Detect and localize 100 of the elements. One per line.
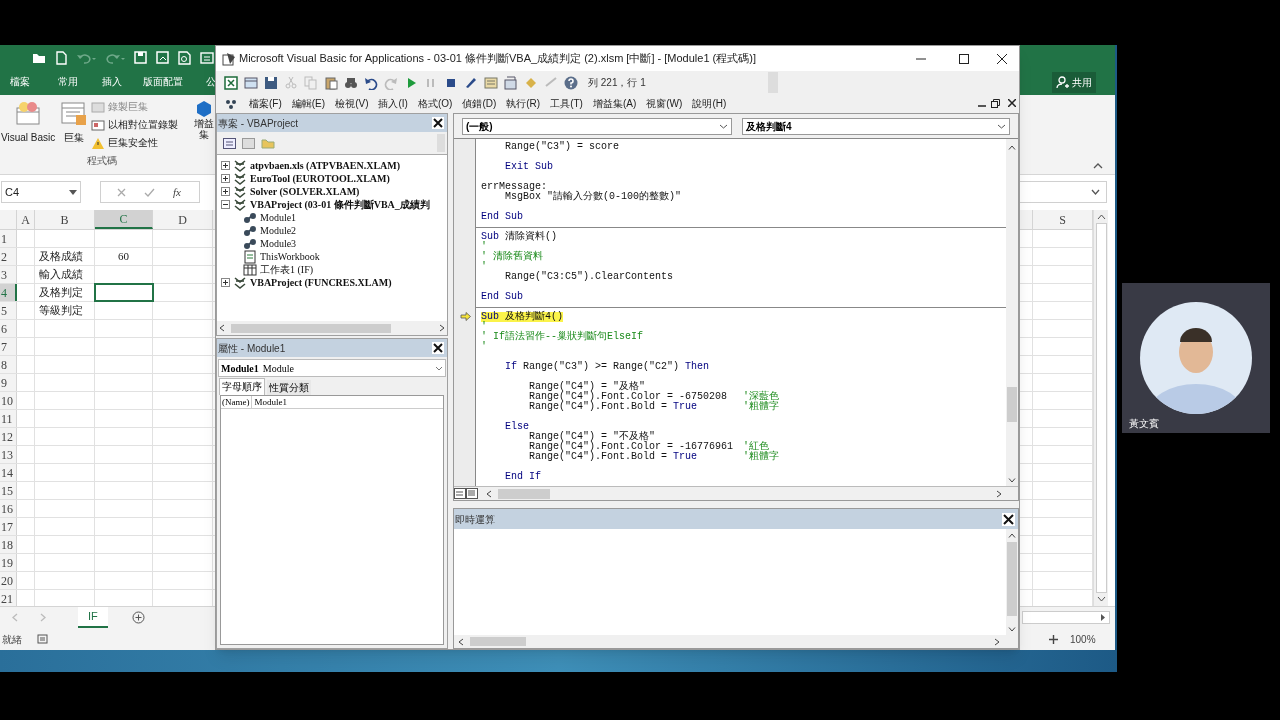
name-box[interactable]: C4 <box>1 181 81 203</box>
design-mode-icon[interactable] <box>464 75 478 90</box>
save-as-icon[interactable] <box>156 51 169 64</box>
scroll-right-icon[interactable] <box>994 637 1000 646</box>
ribbon-button[interactable]: 以相對位置錄製 <box>91 118 178 132</box>
menu-item[interactable]: 插入(I) <box>373 96 413 111</box>
scroll-up-icon[interactable] <box>1096 214 1106 220</box>
close-icon[interactable] <box>1008 99 1016 107</box>
scrollbar[interactable] <box>1006 529 1018 635</box>
view-code-icon[interactable] <box>223 137 236 149</box>
menu-item[interactable]: 視窗(W) <box>641 96 688 111</box>
expand-icon[interactable] <box>221 174 230 183</box>
print-preview-icon[interactable] <box>178 50 191 65</box>
add-sheet-icon[interactable] <box>132 611 145 624</box>
row-header[interactable]: 2 <box>0 248 17 265</box>
zoom-in-icon[interactable] <box>1049 635 1058 644</box>
ribbon-button[interactable]: 巨集安全性 <box>91 136 158 150</box>
scroll-left-icon[interactable] <box>486 489 492 498</box>
row-header[interactable]: 17 <box>0 518 17 535</box>
tree-item[interactable]: EuroTool (EUROTOOL.XLAM) <box>250 172 390 185</box>
tree-item[interactable]: VBAProject (FUNCRES.XLAM) <box>250 276 392 289</box>
row-header[interactable]: 5 <box>0 302 17 319</box>
column-header[interactable]: D <box>153 210 213 229</box>
sheet-tab[interactable]: IF <box>78 607 108 628</box>
close-icon[interactable] <box>432 117 444 129</box>
scrollbar-thumb[interactable] <box>498 488 550 499</box>
row-header[interactable]: 1 <box>0 230 17 247</box>
function-button[interactable]: fx <box>173 183 181 201</box>
menu-item[interactable]: 說明(H) <box>687 96 732 111</box>
ribbon-tab[interactable]: 檔案 <box>8 74 32 90</box>
menu-item[interactable]: 格式(O) <box>412 96 458 111</box>
full-module-view-icon[interactable] <box>466 488 478 499</box>
scroll-right-icon[interactable] <box>439 324 445 332</box>
properties-icon[interactable] <box>504 75 518 90</box>
row-header[interactable]: 21 <box>0 590 17 606</box>
tree-item[interactable]: Module2 <box>260 224 297 237</box>
tree-item[interactable]: Module3 <box>260 237 297 250</box>
help-icon[interactable] <box>564 75 578 90</box>
column-header[interactable]: A <box>17 210 35 229</box>
restore-icon[interactable] <box>991 99 1000 108</box>
tab[interactable]: 字母順序 <box>219 378 265 395</box>
tree-item[interactable]: ThisWorkbook <box>260 250 320 263</box>
scrollbar-thumb[interactable] <box>1007 387 1017 422</box>
scrollbar-thumb[interactable] <box>1007 542 1017 616</box>
scroll-down-icon[interactable] <box>1096 596 1106 602</box>
binoculars-icon[interactable] <box>344 75 358 90</box>
column-header[interactable]: C <box>95 210 153 229</box>
row-header[interactable]: 20 <box>0 572 17 589</box>
expand-icon[interactable] <box>221 161 230 170</box>
form-icon[interactable] <box>200 51 214 64</box>
share-button[interactable]: 共用 <box>1052 72 1096 93</box>
formula-field[interactable] <box>1020 181 1107 203</box>
row-header[interactable]: 11 <box>0 410 17 427</box>
ribbon-button[interactable]: 巨集 <box>60 100 88 144</box>
ribbon-button[interactable]: Visual Basic <box>1 100 56 144</box>
row-header[interactable]: 15 <box>0 482 17 499</box>
scroll-up-icon[interactable] <box>1008 145 1016 150</box>
menu-item[interactable]: 檔案(F) <box>244 96 287 111</box>
row-header[interactable]: 8 <box>0 356 17 373</box>
row-header[interactable]: 13 <box>0 446 17 463</box>
tree-item[interactable]: Module1 <box>260 211 297 224</box>
row-header[interactable]: 18 <box>0 536 17 553</box>
ribbon-tab[interactable]: 插入 <box>100 74 124 90</box>
expand-icon[interactable] <box>221 278 230 287</box>
object-dropdown[interactable]: (一般) <box>462 117 732 135</box>
folder-icon[interactable] <box>32 51 46 64</box>
scrollbar[interactable] <box>1006 139 1018 486</box>
ribbon-button[interactable]: 增益集 <box>193 100 214 140</box>
collapse-ribbon-icon[interactable] <box>1093 163 1103 169</box>
menu-item[interactable]: 檢視(V) <box>330 96 374 111</box>
row-header[interactable]: 14 <box>0 464 17 481</box>
form-icon[interactable] <box>244 75 258 90</box>
scroll-left-icon[interactable] <box>219 324 225 332</box>
scrollbar-thumb[interactable] <box>231 323 391 333</box>
scroll-up-icon[interactable] <box>1008 533 1016 538</box>
row-header[interactable]: 6 <box>0 320 17 337</box>
excel-icon[interactable] <box>224 75 238 90</box>
row-header[interactable]: 16 <box>0 500 17 517</box>
selected-cell[interactable] <box>95 284 153 301</box>
maximize-icon[interactable] <box>959 54 969 64</box>
scrollbar[interactable] <box>1022 611 1110 624</box>
expand-icon[interactable] <box>221 187 230 196</box>
new-document-icon[interactable] <box>55 50 67 65</box>
menu-item[interactable]: 工具(T) <box>545 96 588 111</box>
row-header[interactable]: 3 <box>0 266 17 283</box>
immediate-field[interactable] <box>454 529 1018 635</box>
check-icon[interactable] <box>144 187 155 197</box>
row-header[interactable]: 12 <box>0 428 17 445</box>
scroll-down-icon[interactable] <box>1008 627 1016 632</box>
row-header[interactable]: 7 <box>0 338 17 355</box>
close-icon[interactable] <box>432 342 444 354</box>
menu-item[interactable]: 執行(R) <box>501 96 546 111</box>
scrollbar[interactable] <box>1093 210 1108 606</box>
tree-item[interactable]: atpvbaen.xls (ATPVBAEN.XLAM) <box>250 159 401 172</box>
close-icon[interactable] <box>1002 512 1015 526</box>
close-icon[interactable] <box>997 54 1007 64</box>
ribbon-tab[interactable]: 版面配置 <box>141 74 185 90</box>
scroll-down-icon[interactable] <box>1008 478 1016 483</box>
procedure-view-icon[interactable] <box>454 488 466 499</box>
scrollbar-thumb[interactable] <box>470 637 526 646</box>
